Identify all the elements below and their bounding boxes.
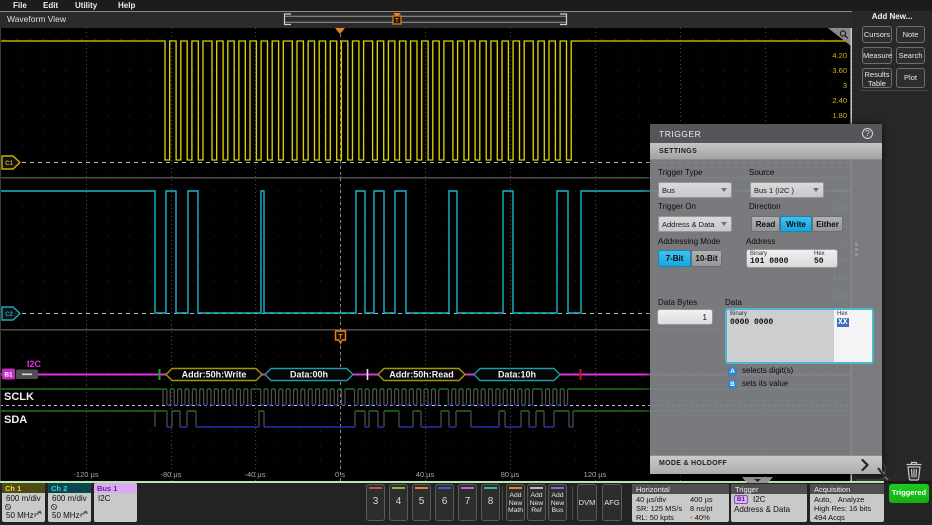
svg-text:2.40: 2.40: [832, 96, 847, 105]
svg-text:80 µs: 80 µs: [501, 470, 520, 479]
svg-text:Addr:50h:Read: Addr:50h:Read: [389, 370, 454, 380]
svg-text:Addr:50h:Write: Addr:50h:Write: [182, 370, 247, 380]
svg-text:3: 3: [843, 81, 847, 90]
svg-text:I2C: I2C: [27, 359, 42, 369]
svg-text:0 s: 0 s: [335, 470, 345, 479]
svg-text:-80 µs: -80 µs: [161, 470, 182, 479]
svg-text:C2: C2: [5, 312, 13, 318]
svg-text:T: T: [338, 334, 343, 341]
svg-text:3.60: 3.60: [832, 66, 847, 75]
svg-text:40 µs: 40 µs: [416, 470, 435, 479]
svg-text:C1: C1: [5, 161, 13, 167]
svg-text:4.20: 4.20: [832, 51, 847, 60]
svg-text:-40 µs: -40 µs: [245, 470, 266, 479]
svg-text:Data:00h: Data:00h: [290, 370, 328, 380]
svg-text:120 µs: 120 µs: [584, 470, 607, 479]
svg-text:SDA: SDA: [4, 414, 27, 426]
svg-text:B1: B1: [4, 372, 13, 379]
svg-text:1.80: 1.80: [832, 111, 847, 120]
svg-text:SCLK: SCLK: [4, 391, 34, 403]
svg-text:-120 µs: -120 µs: [73, 470, 98, 479]
svg-text:Data:10h: Data:10h: [498, 370, 536, 380]
svg-text:T: T: [395, 19, 399, 25]
